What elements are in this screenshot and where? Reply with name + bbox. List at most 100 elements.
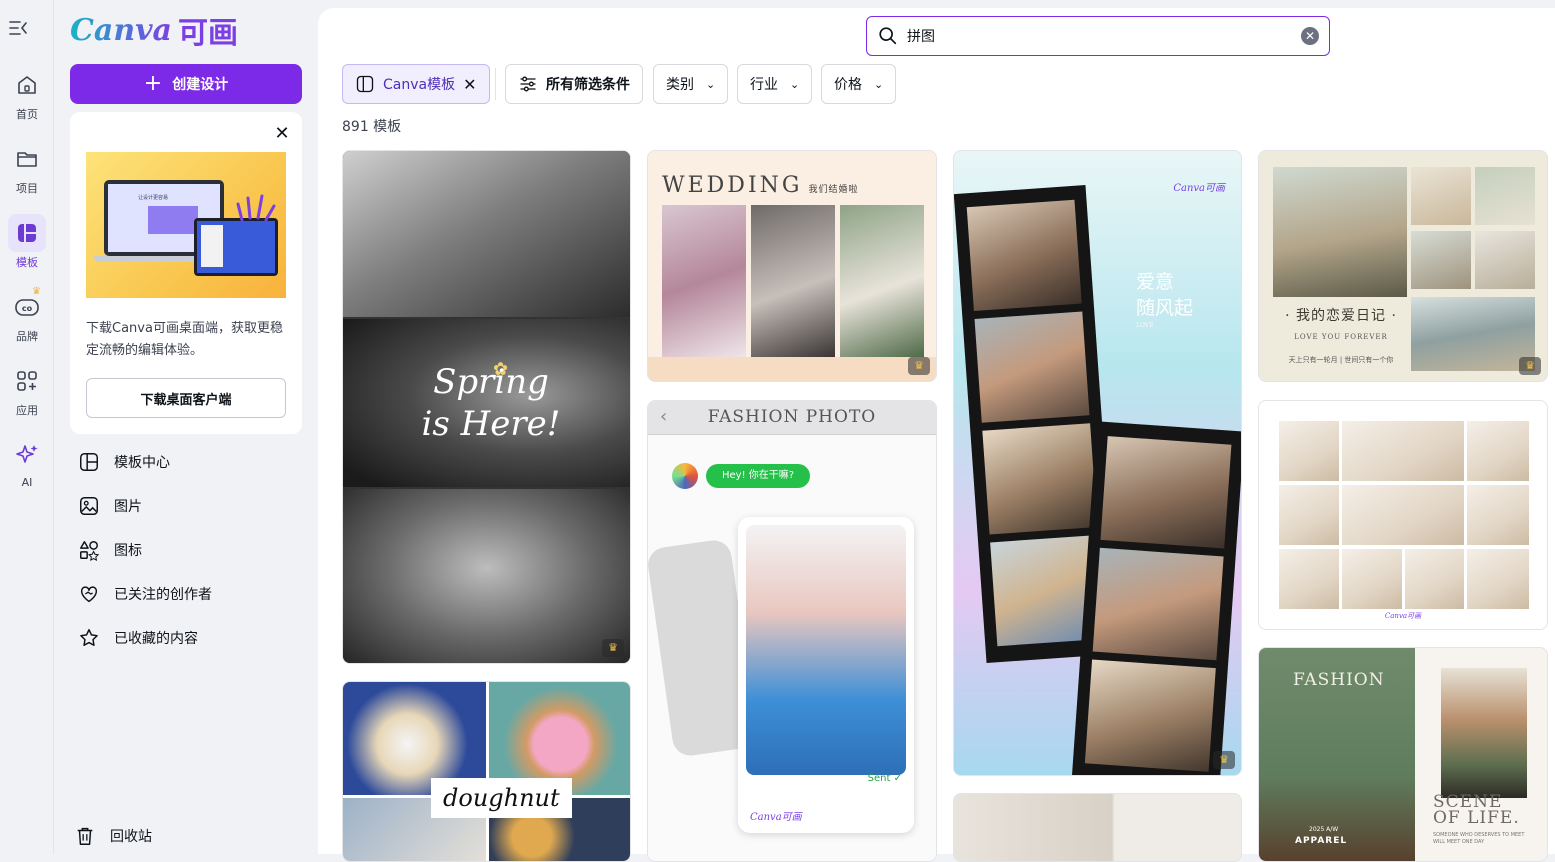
shapes-icon	[80, 541, 100, 561]
collapse-menu-icon[interactable]	[8, 18, 30, 38]
sent-status: Sent ✓	[867, 773, 902, 784]
promo-mock-text: 让设计更容易	[138, 195, 169, 201]
rail-item-label: 模板	[16, 256, 38, 269]
photo-frame: Sent ✓ Canva可画	[738, 517, 914, 833]
rail-item-apps[interactable]: 应用	[0, 362, 54, 418]
diary-caption: 天上只有一轮月 | 世间只有一个你	[1288, 356, 1394, 364]
industry-dropdown[interactable]: 行业 ⌄	[737, 64, 813, 104]
template-photo	[1342, 549, 1402, 609]
chat-bubble: Hey! 你在干嘛?	[706, 464, 811, 488]
logo-wordmark-cn: 可画	[178, 16, 238, 51]
template-photo	[1475, 231, 1535, 289]
side-panel: Canva 可画 + 创建设计 ✕ 让设计更容易 下载Canva可画桌面端，获取…	[54, 0, 318, 854]
template-photo	[1273, 167, 1407, 297]
rail-item-templates[interactable]: 模板	[0, 214, 54, 270]
film-title-line: 爱意	[1136, 271, 1175, 293]
template-photo	[1342, 421, 1464, 481]
nav-label: 图标	[114, 543, 142, 559]
canva-brand-mark: Canva可画	[1384, 612, 1422, 620]
nav-label: 已收藏的内容	[114, 631, 198, 647]
create-design-button[interactable]: + 创建设计	[70, 64, 302, 104]
search-input[interactable]: 拼图	[907, 26, 1301, 46]
template-photo	[1441, 668, 1527, 798]
template-card-wedding[interactable]: WEDDING 我们结婚啦 ♛	[647, 150, 937, 382]
sliders-icon	[520, 76, 536, 92]
remove-filter-icon[interactable]: ✕	[463, 75, 476, 94]
home-icon	[8, 66, 46, 104]
nav-template-center[interactable]: 模板中心	[78, 444, 170, 480]
wedding-title: WEDDING 我们结婚啦	[662, 173, 858, 198]
create-design-label: 创建设计	[172, 77, 229, 93]
script-line: is Here!	[421, 404, 561, 444]
nav-label: 回收站	[110, 829, 152, 845]
search-bar[interactable]: 拼图 ✕	[866, 16, 1330, 56]
rail-item-ai[interactable]: AI	[0, 436, 54, 489]
template-photo	[1467, 421, 1529, 481]
results-count: 891 模板	[342, 119, 402, 135]
template-photo	[1411, 297, 1535, 371]
price-dropdown[interactable]: 价格 ⌄	[821, 64, 897, 104]
chevron-down-icon: ⌄	[706, 77, 716, 91]
template-card-spring[interactable]: Spring is Here! ✿ ♛	[342, 150, 631, 664]
download-desktop-button[interactable]: 下载桌面客户端	[86, 378, 286, 418]
nav-label: 图片	[114, 499, 142, 515]
template-photo	[662, 205, 746, 357]
script-line: Spring	[433, 362, 549, 402]
close-icon[interactable]: ✕	[272, 124, 292, 144]
template-card-beige[interactable]	[953, 793, 1242, 862]
filter-divider	[495, 68, 496, 100]
heart-handshake-icon	[80, 586, 98, 603]
rail-item-home[interactable]: 首页	[0, 66, 54, 122]
nav-icons[interactable]: 图标	[78, 532, 142, 568]
premium-crown-icon: ♛	[908, 357, 930, 375]
template-band	[648, 357, 936, 381]
rail-item-brand[interactable]: ♛ co 品牌	[0, 286, 54, 344]
nav-trash[interactable]: 回收站	[74, 818, 152, 854]
premium-crown-icon: ♛	[1213, 751, 1235, 769]
template-card-doughnut[interactable]: doughnut	[342, 681, 631, 862]
canva-logo[interactable]: Canva 可画	[70, 12, 238, 52]
apps-icon	[8, 362, 46, 400]
template-center-icon	[80, 453, 98, 471]
all-filters-label: 所有筛选条件	[546, 77, 630, 93]
film-strip	[1071, 421, 1241, 775]
film-small-text: LOVE	[1136, 322, 1154, 329]
all-filters-button[interactable]: 所有筛选条件	[505, 64, 643, 104]
nav-images[interactable]: 图片	[78, 488, 142, 524]
rail-item-label: 项目	[16, 182, 38, 195]
nav-saved-content[interactable]: 已收藏的内容	[78, 620, 198, 656]
template-photo	[1475, 167, 1535, 225]
rail-item-label: 应用	[16, 404, 38, 417]
flower-icon: ✿	[493, 359, 509, 380]
template-icon	[356, 75, 374, 93]
template-card-love-diary[interactable]: · 我的恋爱日记 · LOVE YOU FOREVER 天上只有一轮月 | 世间…	[1258, 150, 1548, 382]
trash-icon	[77, 827, 93, 845]
nav-followed-creators[interactable]: 已关注的创作者	[78, 576, 212, 612]
svg-text:co: co	[22, 304, 33, 313]
chevron-down-icon: ⌄	[874, 77, 884, 91]
rail-item-projects[interactable]: 项目	[0, 140, 54, 196]
template-script-text: Spring is Here!	[401, 361, 581, 445]
clear-search-icon[interactable]: ✕	[1301, 27, 1319, 45]
rail-item-label: 首页	[16, 108, 38, 121]
scene-caption: SOMEONE WHO DESERVES TO MEET WILL MEET O…	[1433, 832, 1525, 845]
filter-chip-label: Canva模板	[383, 77, 456, 93]
star-icon	[80, 629, 98, 646]
template-card-film-strip[interactable]: Canva可画 爱意 随风起 LOVE ♛	[953, 150, 1242, 776]
template-photo	[1279, 485, 1339, 545]
template-photo	[1467, 549, 1529, 609]
template-photo	[1411, 231, 1471, 289]
fashion-photo-title: FASHION PHOTO	[707, 407, 877, 427]
crown-icon: ♛	[32, 286, 41, 297]
template-card-fashion-photo[interactable]: ‹ FASHION PHOTO Hey! 你在干嘛? Sent ✓ Canva可…	[647, 400, 937, 862]
chevron-down-icon: ⌄	[790, 77, 800, 91]
film-title-line: 随风起	[1136, 297, 1194, 319]
canva-brand-mark: Canva可画	[750, 812, 802, 823]
plus-icon: +	[143, 71, 163, 96]
category-dropdown[interactable]: 类别 ⌄	[653, 64, 729, 104]
template-photo	[343, 489, 630, 663]
template-card-fashion-scene[interactable]: FASHION 2025 A/W APPAREL SCENE OF LIFE. …	[1258, 647, 1548, 862]
template-card-jewelry-grid[interactable]: Canva可画	[1258, 400, 1548, 630]
decor-rays-icon	[236, 194, 276, 222]
filter-chip-canva-templates[interactable]: Canva模板 ✕	[342, 64, 490, 104]
